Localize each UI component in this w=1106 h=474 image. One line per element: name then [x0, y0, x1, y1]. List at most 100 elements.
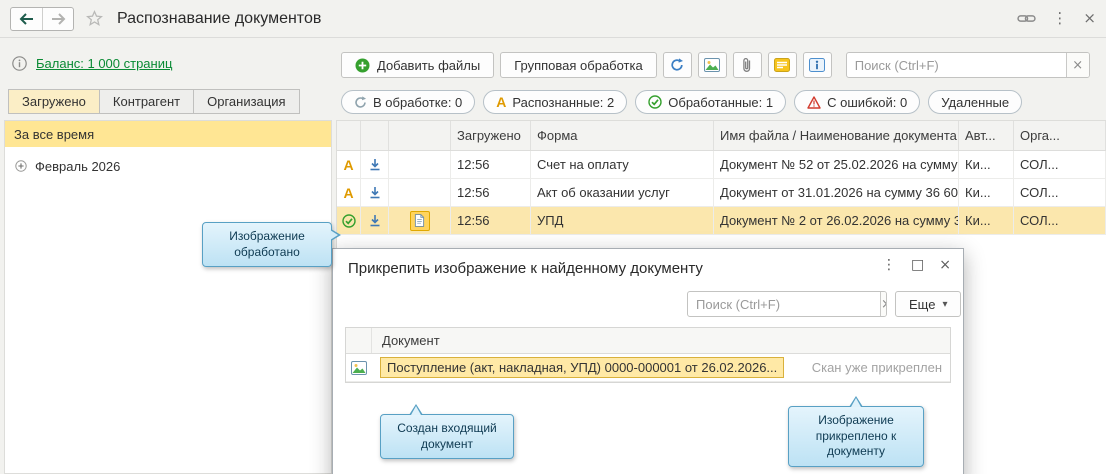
group-processing-label: Групповая обработка	[514, 58, 643, 73]
add-files-button[interactable]: Добавить файлы	[341, 52, 494, 78]
recognized-a-icon: A	[496, 95, 506, 109]
window-controls: ⋮ ×	[1017, 11, 1096, 26]
callout-arrow-up	[409, 404, 423, 415]
refresh-icon	[670, 58, 684, 72]
forward-button[interactable]	[42, 8, 73, 30]
filter-processed[interactable]: Обработанные: 1	[635, 90, 786, 114]
window-header: Распознавание документов ⋮ ×	[0, 0, 1106, 38]
view-tabs: Загружено Контрагент Организация	[8, 89, 299, 114]
row3-attachment-cell[interactable]	[389, 207, 451, 234]
document-row-2[interactable]: A 12:56 Акт об оказании услуг Документ о…	[337, 179, 1106, 207]
info-button[interactable]	[803, 52, 832, 78]
app-window: Распознавание документов ⋮ × Баланс: 1 0…	[0, 0, 1106, 474]
back-button[interactable]	[11, 8, 42, 30]
tree-root-all-time[interactable]: За все время	[5, 121, 331, 147]
row3-name: Документ № 2 от 26.02.2026 на сумму 3 80…	[714, 207, 959, 234]
header-org[interactable]: Орга...	[1014, 121, 1106, 150]
download-icon	[369, 158, 381, 171]
yellow-document-icon	[774, 58, 790, 72]
image-icon	[704, 58, 720, 72]
dialog-controls: ⋮ □ ×	[882, 258, 951, 272]
dialog-document-row[interactable]: Поступление (акт, накладная, УПД) 0000-0…	[346, 354, 950, 382]
row1-status-cell: A	[337, 151, 361, 178]
row2-status-cell: A	[337, 179, 361, 206]
check-circle-icon	[342, 214, 356, 228]
row1-form: Счет на оплату	[531, 151, 714, 178]
recognition-settings-button[interactable]	[768, 52, 797, 78]
tab-counterparty-label: Контрагент	[113, 94, 180, 109]
plus-circle-icon	[355, 58, 370, 73]
dialog-more-icon[interactable]: ⋮	[882, 258, 896, 272]
info-circle-icon	[12, 56, 27, 71]
tree-item-february-2026[interactable]: Февраль 2026	[5, 153, 331, 179]
row3-author: Ки...	[959, 207, 1014, 234]
header-author[interactable]: Авт...	[959, 121, 1014, 150]
download-icon	[369, 214, 381, 227]
close-window-icon[interactable]: ×	[1083, 11, 1096, 26]
document-page-icon	[414, 214, 425, 227]
tab-organization[interactable]: Организация	[193, 89, 299, 114]
row2-org: СОЛ...	[1014, 179, 1106, 206]
dialog-search-input[interactable]	[688, 292, 880, 316]
row1-author: Ки...	[959, 151, 1014, 178]
header-download-col[interactable]	[361, 121, 389, 150]
row2-time: 12:56	[451, 179, 531, 206]
dialog-document-status: Скан уже прикреплен	[812, 360, 942, 375]
attachment-highlight-box	[410, 211, 430, 231]
refresh-button[interactable]	[663, 52, 692, 78]
dialog-close-icon[interactable]: ×	[939, 258, 951, 272]
filter-deleted[interactable]: Удаленные	[928, 90, 1022, 114]
row1-download-cell	[361, 151, 389, 178]
filter-in-processing[interactable]: В обработке: 0	[341, 90, 475, 114]
row3-form: УПД	[531, 207, 714, 234]
balance-link[interactable]: Баланс: 1 000 страниц	[36, 56, 172, 71]
more-menu-icon[interactable]: ⋮	[1052, 11, 1067, 26]
dialog-more-button[interactable]: Еще ▾	[895, 291, 961, 317]
callout-image-attached: Изображение прикреплено к документу	[788, 406, 924, 467]
header-loaded[interactable]: Загружено	[451, 121, 531, 150]
row3-download-cell	[361, 207, 389, 234]
row1-name: Документ № 52 от 25.02.2026 на сумму 3 8…	[714, 151, 959, 178]
add-files-label: Добавить файлы	[377, 58, 480, 73]
caret-down-icon: ▾	[942, 299, 947, 310]
dialog-more-label: Еще	[909, 297, 935, 312]
period-tree-panel: За все время Февраль 2026	[4, 120, 332, 474]
tab-loaded[interactable]: Загружено	[8, 89, 100, 114]
dialog-header-icon-col	[346, 328, 372, 353]
callout-incoming-created-text: Создан входящий документ	[397, 421, 497, 451]
header-name[interactable]: Имя файла / Наименование документа	[714, 121, 959, 150]
favorite-star-button[interactable]	[86, 10, 103, 27]
tab-counterparty[interactable]: Контрагент	[99, 89, 194, 114]
dialog-document-name[interactable]: Поступление (акт, накладная, УПД) 0000-0…	[380, 357, 784, 378]
filter-recognized[interactable]: A Распознанные: 2	[483, 90, 627, 114]
clear-icon: ×	[1072, 58, 1083, 73]
search-clear-button[interactable]: ×	[1066, 53, 1089, 77]
search-box: ×	[846, 52, 1090, 78]
dialog-doc-column-header[interactable]: Документ	[372, 333, 440, 348]
dialog-search-clear-button[interactable]: ×	[880, 292, 887, 316]
image-view-button[interactable]	[698, 52, 727, 78]
header-attachment-col[interactable]	[389, 121, 451, 150]
nav-history-group	[10, 7, 74, 31]
dialog-table-header: Документ	[346, 328, 950, 354]
expand-plus-icon[interactable]	[15, 160, 27, 172]
page-title: Распознавание документов	[117, 10, 321, 28]
document-row-3-selected[interactable]: 12:56 УПД Документ № 2 от 26.02.2026 на …	[337, 207, 1106, 235]
star-icon	[86, 10, 103, 27]
tree-item-label: Февраль 2026	[35, 159, 120, 174]
image-icon	[351, 361, 367, 375]
header-status-col[interactable]	[337, 121, 361, 150]
check-circle-icon	[648, 95, 662, 109]
dialog-maximize-icon[interactable]: □	[911, 258, 924, 272]
header-form[interactable]: Форма	[531, 121, 714, 150]
attach-file-button[interactable]	[733, 52, 762, 78]
search-input[interactable]	[847, 53, 1066, 77]
clear-icon: ×	[881, 297, 887, 312]
row2-name: Документ от 31.01.2026 на сумму 36 600	[714, 179, 959, 206]
filter-error[interactable]: С ошибкой: 0	[794, 90, 920, 114]
status-filters: В обработке: 0 A Распознанные: 2 Обработ…	[341, 90, 1022, 114]
group-processing-button[interactable]: Групповая обработка	[500, 52, 657, 78]
processing-arrows-icon	[354, 96, 367, 109]
link-icon[interactable]	[1017, 13, 1036, 24]
document-row-1[interactable]: A 12:56 Счет на оплату Документ № 52 от …	[337, 151, 1106, 179]
